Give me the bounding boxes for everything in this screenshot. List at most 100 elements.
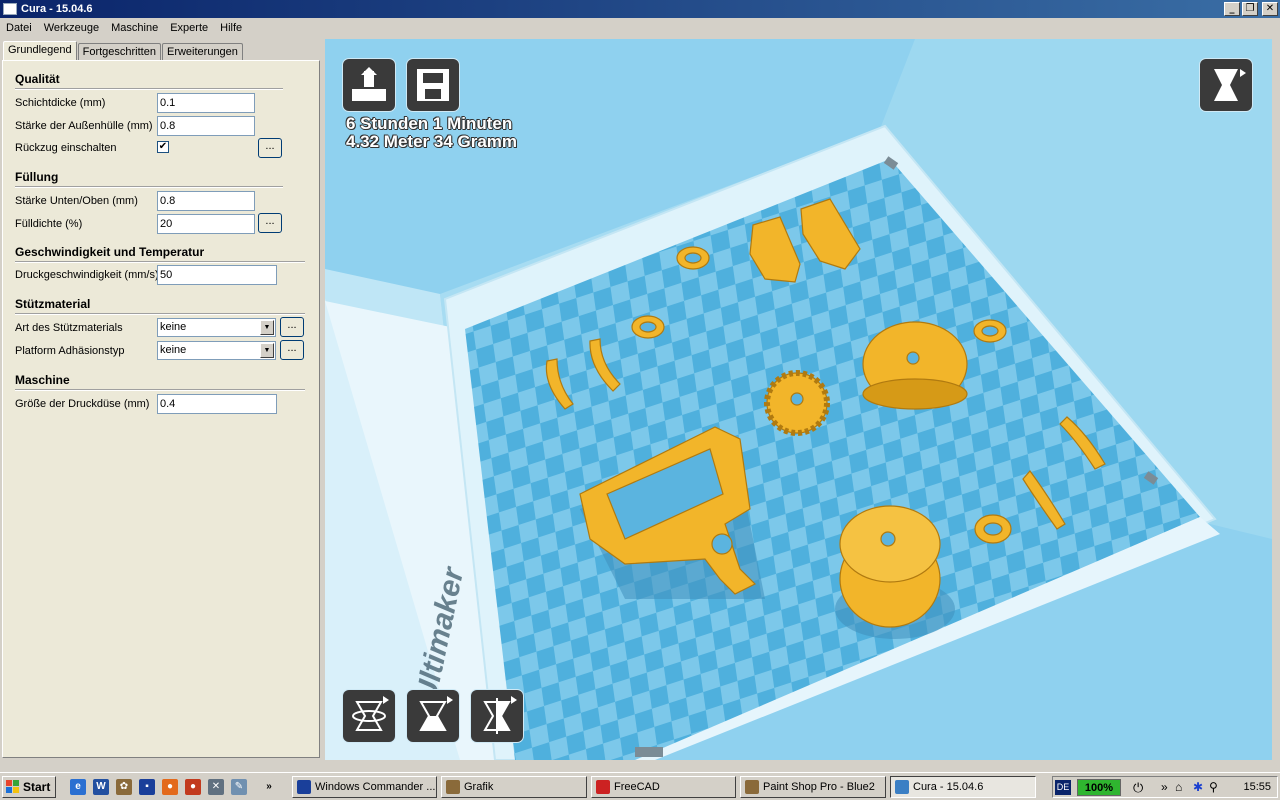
print-time-text: 6 Stunden 1 Minuten [346,114,513,133]
section-title-speed: Geschwindigkeit und Temperatur [15,245,205,259]
print-speed-input[interactable]: 50 [157,265,277,285]
adhesion-type-label: Platform Adhäsionstyp [15,345,125,357]
section-divider [15,88,283,90]
fill-settings-button[interactable]: ... [258,213,282,233]
retraction-settings-button[interactable]: ... [258,138,282,158]
settings-tabs: Grundlegend Fortgeschritten Erweiterunge… [3,41,244,61]
tray-expand-icon[interactable]: » [1161,780,1168,794]
menu-experte[interactable]: Experte [164,22,214,34]
support-type-select[interactable]: keine ▼ [157,318,276,337]
load-model-button[interactable] [343,59,395,111]
print-material-text: 4.32 Meter 34 Gramm [346,132,518,151]
start-button[interactable]: Start [2,776,56,798]
settings-panel: Grundlegend Fortgeschritten Erweiterunge… [0,37,322,762]
bluetooth-icon[interactable]: ✱ [1193,780,1203,794]
retraction-label: Rückzug einschalten [15,142,117,154]
paint-icon[interactable]: ✿ [116,779,132,795]
section-title-support: Stützmaterial [15,297,91,311]
firefox-icon[interactable]: ● [162,779,178,795]
3d-viewport[interactable]: Ultimaker 6 Stunden 1 Minuten 4.32 Meter… [325,39,1272,760]
media-icon[interactable]: ● [185,779,201,795]
save-icon [417,69,449,101]
print-speed-label: Druckgeschwindigkeit (mm/s) [15,269,159,281]
chevron-down-icon[interactable]: ▼ [260,320,274,335]
tools-icon[interactable]: ✕ [208,779,224,795]
rotate-icon [352,696,389,731]
disk-icon[interactable]: ▪ [139,779,155,795]
fill-density-label: Fülldichte (%) [15,218,83,230]
task-cura[interactable]: Cura - 15.04.6 [890,776,1036,798]
tab-fortgeschritten[interactable]: Fortgeschritten [77,43,161,61]
title-bar: Cura - 15.04.6 _ ❐ ✕ [0,0,1280,18]
battery-indicator[interactable]: 100% [1077,779,1121,796]
section-divider [15,261,305,263]
view-mode-icon [1214,69,1246,101]
task-label: Grafik [464,781,494,793]
usb-icon[interactable]: ⚲ [1209,780,1218,794]
shell-thickness-input[interactable]: 0.8 [157,116,255,136]
paint-icon [745,780,759,794]
adhesion-type-value: keine [160,344,187,356]
status-strip [0,762,1280,772]
freecad-icon [596,780,610,794]
section-divider [15,313,305,315]
windows-logo-icon [6,780,20,794]
rotate-tool-button[interactable] [343,690,395,742]
language-indicator[interactable]: DE [1055,780,1071,795]
task-windows-commander[interactable]: Windows Commander ... [292,776,437,798]
network-icon[interactable]: ⌂ [1175,780,1182,794]
bottom-top-input[interactable]: 0.8 [157,191,255,211]
task-label: Paint Shop Pro - Blue2 [763,781,875,793]
menu-werkzeuge[interactable]: Werkzeuge [38,22,105,34]
close-button[interactable]: ✕ [1262,2,1278,16]
section-title-machine: Maschine [15,373,70,387]
task-paint-shop-pro[interactable]: Paint Shop Pro - Blue2 [740,776,886,798]
menu-hilfe[interactable]: Hilfe [214,22,248,34]
cura-icon [895,780,909,794]
tab-content: Qualität Schichtdicke (mm) 0.1 Stärke de… [2,60,320,758]
scale-icon [419,696,453,731]
task-freecad[interactable]: FreeCAD [591,776,736,798]
nozzle-size-input[interactable]: 0.4 [157,394,277,414]
support-type-label: Art des Stützmaterials [15,322,123,334]
taskbar: Start e W ✿ ▪ ● ● ✕ ✎ » Windows Commande… [0,772,1280,800]
task-grafik[interactable]: Grafik [441,776,587,798]
support-settings-button[interactable]: ... [280,317,304,337]
fill-density-input[interactable]: 20 [157,214,255,234]
word-icon[interactable]: W [93,779,109,795]
adhesion-type-select[interactable]: keine ▼ [157,341,276,360]
adhesion-settings-button[interactable]: ... [280,340,304,360]
menu-datei[interactable]: Datei [0,22,38,34]
tab-grundlegend[interactable]: Grundlegend [3,41,77,61]
ie-icon[interactable]: e [70,779,86,795]
section-title-fill: Füllung [15,170,59,184]
support-type-value: keine [160,321,187,333]
maximize-button[interactable]: ❐ [1242,2,1258,16]
retraction-checkbox[interactable]: ✔ [157,141,169,153]
task-label: Windows Commander ... [315,781,436,793]
tab-erweiterungen[interactable]: Erweiterungen [161,43,243,61]
system-tray: DE 100% ⏻ » ⌂ ✱ ⚲ 15:55 [1052,776,1278,798]
save-gcode-button[interactable] [407,59,459,111]
quicklaunch-more[interactable]: » [264,779,274,795]
shell-thickness-label: Stärke der Außenhülle (mm) [15,120,153,132]
load-icon [352,67,386,101]
mirror-icon [483,696,517,734]
section-divider [15,389,305,391]
layer-height-input[interactable]: 0.1 [157,93,255,113]
nozzle-size-label: Größe der Druckdüse (mm) [15,398,150,410]
paint-icon [446,780,460,794]
minimize-button[interactable]: _ [1224,2,1240,16]
scale-tool-button[interactable] [407,690,459,742]
chevron-down-icon[interactable]: ▼ [260,343,274,358]
bottom-top-label: Stärke Unten/Oben (mm) [15,195,138,207]
clock: 15:55 [1243,781,1271,793]
power-plug-icon[interactable]: ⏻ [1133,780,1143,796]
menu-bar: Datei Werkzeuge Maschine Experte Hilfe [0,18,1280,37]
start-label: Start [23,780,51,794]
mirror-tool-button[interactable] [471,690,523,742]
section-divider [15,186,283,188]
view-mode-button[interactable] [1200,59,1252,111]
settings-icon[interactable]: ✎ [231,779,247,795]
menu-maschine[interactable]: Maschine [105,22,164,34]
